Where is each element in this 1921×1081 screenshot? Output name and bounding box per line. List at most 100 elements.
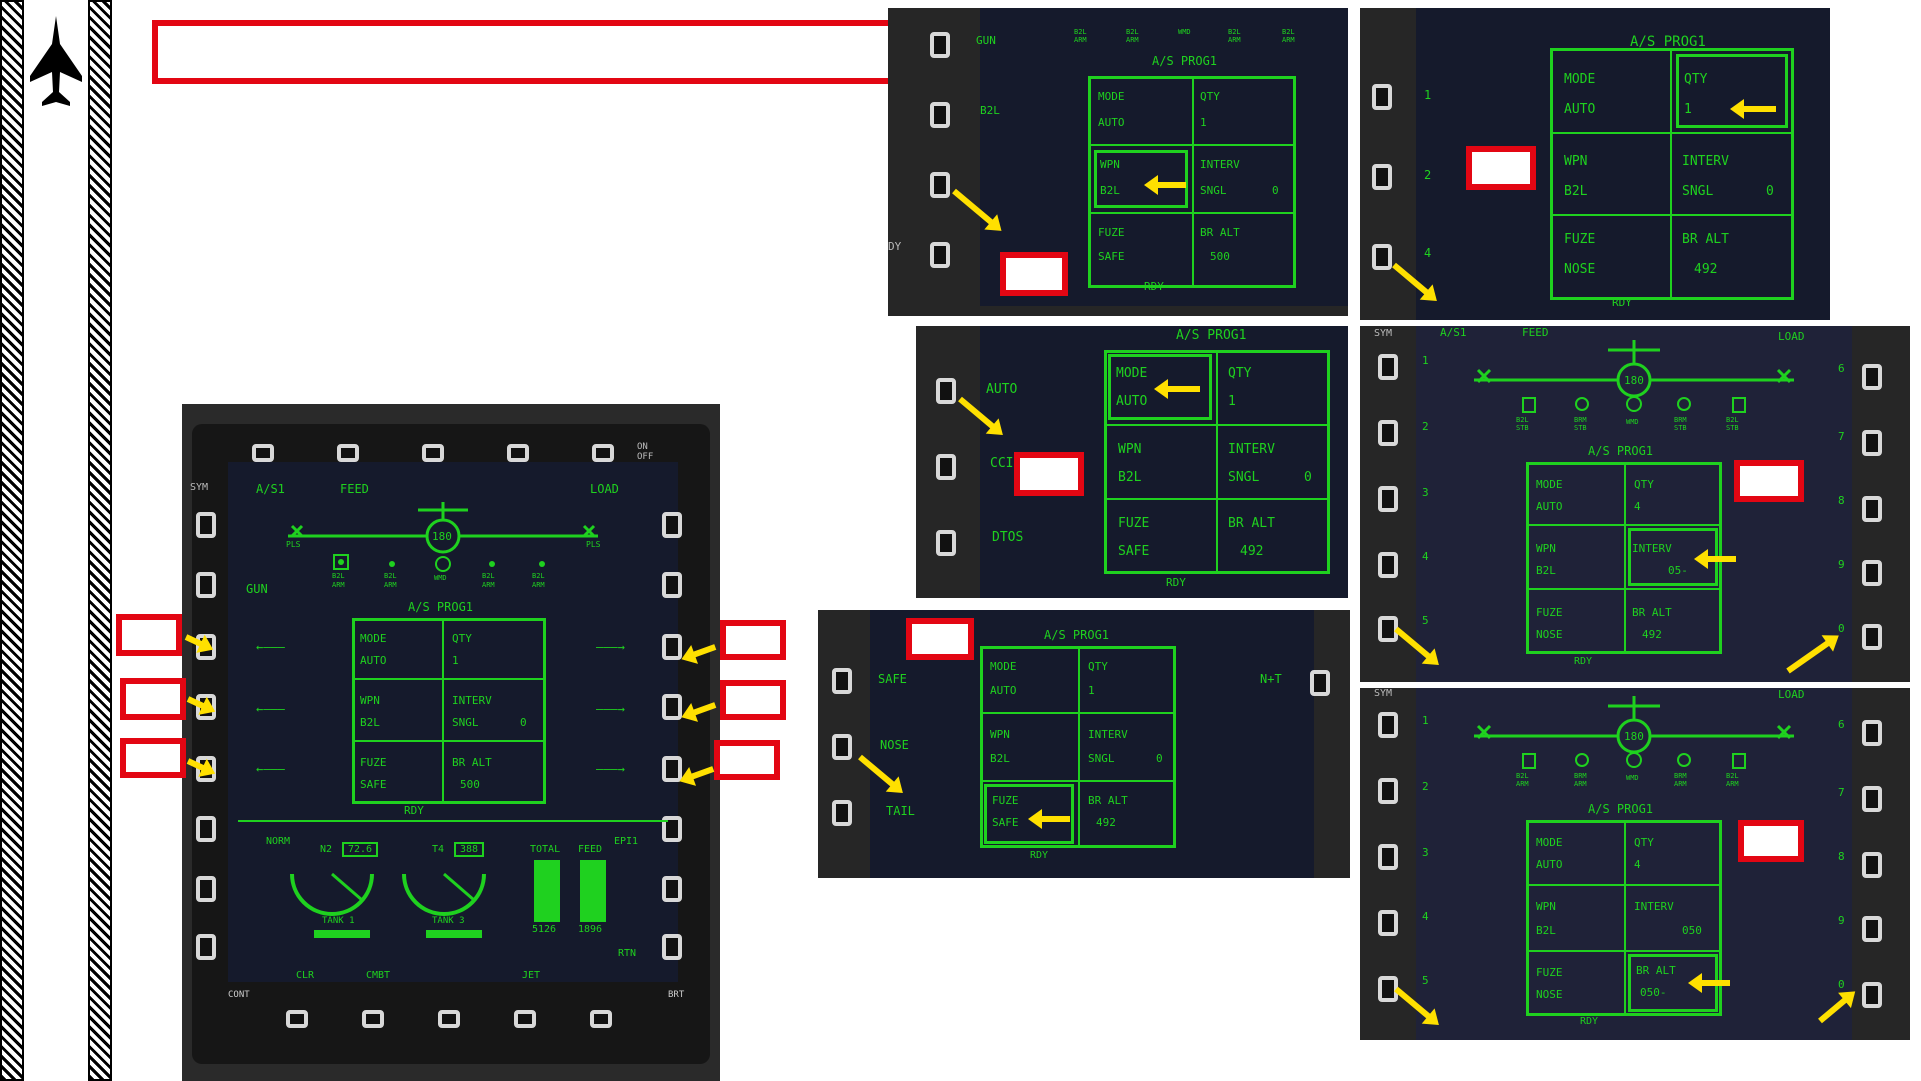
osb-top-3[interactable] — [422, 444, 444, 462]
osb-right-6[interactable] — [662, 512, 682, 538]
p4-top-as1: A/S1 — [1440, 326, 1467, 339]
osb-bottom-3[interactable] — [438, 1010, 460, 1028]
osb-bottom-2[interactable] — [362, 1010, 384, 1028]
p4-osb-4[interactable] — [1378, 552, 1398, 578]
p6-osb-6[interactable] — [1862, 720, 1882, 746]
p6-qty: QTY — [1634, 836, 1654, 849]
p2-osb-1[interactable] — [1372, 84, 1392, 110]
p3-osb-3[interactable] — [936, 530, 956, 556]
osb-top-4[interactable] — [507, 444, 529, 462]
p5-title: A/S PROG1 — [1044, 628, 1110, 642]
p1-osb-4[interactable] — [930, 242, 950, 268]
grid-hline-1 — [352, 678, 546, 680]
osb-left-7[interactable] — [196, 876, 216, 902]
brt-label: BRT — [668, 990, 685, 1000]
p5-hline-2 — [980, 780, 1176, 782]
p5-vline — [1078, 646, 1080, 848]
p4-osb-8[interactable] — [1862, 496, 1882, 522]
osb-left-6[interactable] — [196, 816, 216, 842]
p6-osb-4[interactable] — [1378, 910, 1398, 936]
p2-osb-4[interactable] — [1372, 244, 1392, 270]
p6-store-5: B2L ARM — [1726, 772, 1739, 788]
right-arrow-3: ———→ — [596, 762, 625, 776]
osb-top-2[interactable] — [337, 444, 359, 462]
p5-interv-n: 0 — [1156, 752, 1163, 765]
p5-osb-2[interactable] — [832, 734, 852, 760]
p4-wpn-v: B2L — [1536, 564, 1556, 577]
p2-osb-2[interactable] — [1372, 164, 1392, 190]
osb-right-7[interactable] — [662, 572, 682, 598]
p4-osb-6[interactable] — [1862, 364, 1882, 390]
p5-osb-3[interactable] — [832, 800, 852, 826]
p5-interv-v: SNGL — [1088, 752, 1115, 765]
osb-bottom-1[interactable] — [286, 1010, 308, 1028]
p6-osb-1[interactable] — [1378, 712, 1398, 738]
p6-bralt: BR ALT — [1636, 964, 1676, 977]
store-label-6: B2L ARM — [532, 572, 545, 589]
osb-left-2[interactable] — [196, 572, 216, 598]
p4-osb-7[interactable] — [1862, 430, 1882, 456]
p3-osb-2[interactable] — [936, 454, 956, 480]
grid-hline-2 — [352, 740, 546, 742]
prog-title: A/S PROG1 — [408, 600, 474, 614]
store-label-5: B2L ARM — [482, 572, 495, 589]
osb-top-1[interactable] — [252, 444, 274, 462]
p5-arrow-fuze — [1028, 809, 1070, 829]
osb-right-13[interactable] — [662, 934, 682, 960]
p6-store-4: BRM ARM — [1674, 772, 1687, 788]
p4-osb-10[interactable] — [1862, 624, 1882, 650]
osb-right-8[interactable] — [662, 634, 682, 660]
p1-fuze-v: SAFE — [1098, 250, 1125, 263]
osb-bottom-4[interactable] — [514, 1010, 536, 1028]
p5-qty: QTY — [1088, 660, 1108, 673]
store-label-3: B2L ARM — [384, 572, 397, 589]
p6-osb-8[interactable] — [1862, 852, 1882, 878]
p2-mode-v: AUTO — [1564, 102, 1596, 117]
p4-mode: MODE — [1536, 478, 1563, 491]
p6-osb-9[interactable] — [1862, 916, 1882, 942]
p6-arrow-bralt — [1688, 973, 1730, 993]
osb-right-12[interactable] — [662, 876, 682, 902]
store-label-4: WMD — [434, 574, 447, 582]
p3-wpn: WPN — [1118, 442, 1142, 457]
p5-interv: INTERV — [1088, 728, 1128, 741]
p4-n-7: 7 — [1838, 430, 1845, 443]
p6-n-8: 8 — [1838, 850, 1845, 863]
rtn-label: RTN — [618, 948, 637, 959]
tank3-label: TANK 3 — [432, 916, 465, 926]
p6-osb-7[interactable] — [1862, 786, 1882, 812]
osb-left-1[interactable] — [196, 512, 216, 538]
p6-store-2: BRM ARM — [1574, 772, 1587, 788]
osb-top-5[interactable] — [592, 444, 614, 462]
norm-label: NORM — [266, 836, 291, 847]
left-arrow-3: ←——— — [256, 762, 285, 776]
p1-osb-1[interactable] — [930, 32, 950, 58]
p4-osb-2[interactable] — [1378, 420, 1398, 446]
p4-n-2: 2 — [1422, 420, 1429, 433]
p3-bralt-v: 492 — [1240, 544, 1264, 559]
p4-n-0: 0 — [1838, 622, 1845, 635]
p4-osb-1[interactable] — [1378, 354, 1398, 380]
p5-safe: SAFE — [878, 672, 907, 686]
p6-osb-10[interactable] — [1862, 982, 1882, 1008]
p5-osb-r[interactable] — [1310, 670, 1330, 696]
p1-osb-3[interactable] — [930, 172, 950, 198]
p4-osb-3[interactable] — [1378, 486, 1398, 512]
p5-nt: N+T — [1260, 672, 1282, 686]
p4-fuze-v: NOSE — [1536, 628, 1563, 641]
osb-bottom-5[interactable] — [590, 1010, 612, 1028]
panel-4: SYM A/S1 FEED LOAD 1 2 3 4 5 6 7 8 9 0 1… — [1360, 326, 1910, 682]
p3-qty-v: 1 — [1228, 394, 1236, 409]
p3-osb-1[interactable] — [936, 378, 956, 404]
p2-bralt: BR ALT — [1682, 232, 1729, 247]
jet-label: JET — [522, 970, 541, 981]
osb-left-8[interactable] — [196, 934, 216, 960]
p6-osb-2[interactable] — [1378, 778, 1398, 804]
p4-osb-9[interactable] — [1862, 560, 1882, 586]
p1-osb-2[interactable] — [930, 102, 950, 128]
p6-rdy: RDY — [1580, 1016, 1599, 1027]
p5-osb-1[interactable] — [832, 668, 852, 694]
p6-osb-3[interactable] — [1378, 844, 1398, 870]
p5-fuze: FUZE — [992, 794, 1019, 807]
p6-fuze-v: NOSE — [1536, 988, 1563, 1001]
